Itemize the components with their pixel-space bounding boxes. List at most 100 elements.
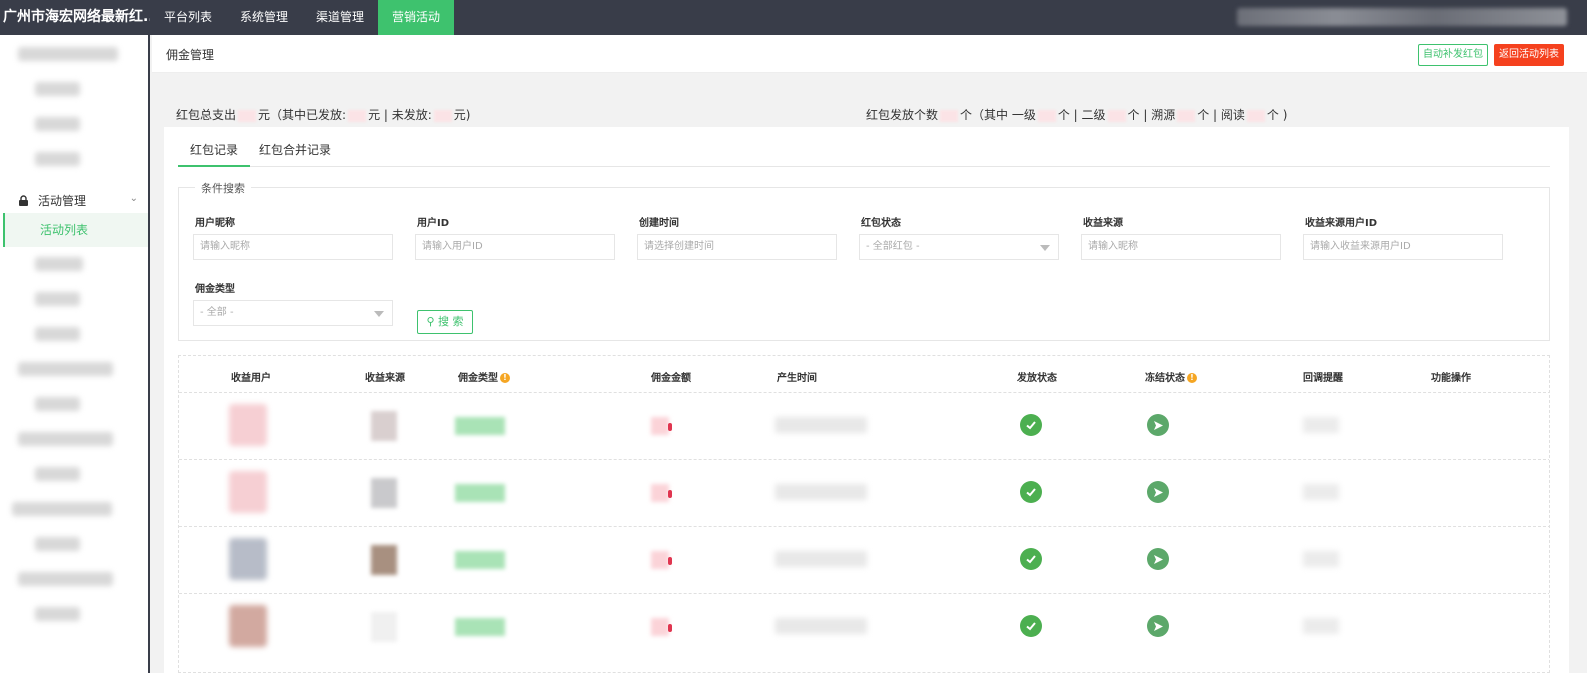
chevron-down-icon: ⌄: [129, 193, 138, 204]
topnav-marketing[interactable]: 营销活动: [378, 0, 455, 35]
column-header: 产生时间: [777, 373, 817, 384]
commission-type-select[interactable]: - 全部 -: [193, 300, 393, 326]
tab-redpacket-records[interactable]: 红包记录: [178, 141, 250, 167]
commission-type-badge: [455, 551, 505, 569]
created-time-redacted: [775, 618, 867, 634]
commission-type-badge: [455, 484, 505, 502]
callback-reminder-redacted: [1303, 417, 1339, 433]
topnav-platform-list[interactable]: 平台列表: [150, 0, 226, 35]
sidebar-item-redacted[interactable]: [35, 397, 80, 411]
commission-type-label: 佣金类型: [195, 284, 235, 295]
redacted-value: [348, 109, 367, 122]
lock-icon: [18, 194, 29, 206]
check-icon: [1020, 548, 1042, 570]
amount-value-redacted: [651, 551, 669, 569]
column-header: 佣金金额: [651, 373, 691, 384]
nickname-label: 用户昵称: [195, 218, 235, 229]
topnav-system-settings[interactable]: 系统管理: [226, 0, 302, 35]
records-table: 收益用户 收益来源 佣金类型! 佣金金额 产生时间 发放状态 冻结状态! 回调提…: [178, 355, 1550, 673]
sidebar-item-redacted[interactable]: [18, 362, 113, 376]
table-row: [179, 392, 1549, 459]
sidebar-item-redacted[interactable]: [35, 467, 80, 481]
sidebar-item-redacted[interactable]: [35, 607, 80, 621]
commission-type-value: - 全部 -: [200, 307, 234, 318]
amount-marker: [668, 490, 672, 498]
packet-status-select[interactable]: - 全部红包 -: [859, 234, 1059, 260]
table-row: [179, 459, 1549, 526]
redacted-value: [433, 109, 452, 122]
sidebar-item-redacted[interactable]: [35, 152, 80, 166]
sidebar-item-redacted[interactable]: [12, 502, 112, 516]
main-content: 佣金管理 自动补发红包 返回活动列表 红包总支出 元（其中已发放: 元 | 未发放:…: [152, 35, 1587, 673]
back-to-list-button[interactable]: 返回活动列表: [1494, 44, 1564, 66]
create-time-label: 创建时间: [639, 218, 679, 229]
auto-reissue-button[interactable]: 自动补发红包: [1418, 44, 1488, 66]
search-icon: ⚲: [426, 315, 435, 328]
sidebar-item-redacted[interactable]: [18, 432, 113, 446]
sidebar-item-redacted[interactable]: [35, 327, 80, 341]
sidebar-item-activity-list[interactable]: 活动列表: [3, 213, 148, 247]
avatar: [229, 404, 267, 446]
table-row: [179, 593, 1549, 660]
income-source-label: 收益来源: [1083, 218, 1123, 229]
sidebar-item-redacted[interactable]: [35, 82, 80, 96]
created-time-redacted: [775, 551, 867, 567]
sidebar-item-redacted[interactable]: [18, 572, 113, 586]
sidebar-item-redacted[interactable]: [35, 257, 83, 271]
column-header: 回调提醒: [1303, 373, 1343, 384]
search-filter-panel: 条件搜索 用户昵称 请输入昵称 用户ID 请输入用户ID 创建时间 请选择创建时…: [178, 180, 1550, 341]
source-user-id-input[interactable]: 请输入收益来源用户ID: [1303, 234, 1503, 260]
count-summary: 红包发放个数 个（其中 一级个 | 二级个 | 溯源个 | 阅读个 ): [866, 108, 1288, 122]
sidebar-item-redacted[interactable]: [35, 117, 80, 131]
callback-reminder-redacted: [1303, 484, 1339, 500]
sidebar-item-redacted[interactable]: [18, 47, 118, 61]
avatar: [229, 538, 267, 580]
send-icon[interactable]: [1147, 615, 1169, 637]
redacted-value: [1107, 109, 1126, 122]
chevron-down-icon: [1040, 245, 1050, 251]
nickname-input[interactable]: 请输入昵称: [193, 234, 393, 260]
created-time-redacted: [775, 484, 867, 500]
records-card: 红包记录 红包合并记录 条件搜索 用户昵称 请输入昵称 用户ID 请输入用户ID…: [164, 127, 1569, 673]
source-avatar: [371, 478, 397, 508]
filter-legend: 条件搜索: [195, 180, 251, 196]
send-icon[interactable]: [1147, 414, 1169, 436]
app-brand: 广州市海宏网络最新红...: [3, 9, 150, 25]
amount-value-redacted: [651, 484, 669, 502]
column-header: 佣金类型!: [458, 369, 510, 384]
table-row: [179, 526, 1549, 593]
callback-reminder-redacted: [1303, 618, 1339, 634]
column-header: 功能操作: [1431, 373, 1471, 384]
user-id-input[interactable]: 请输入用户ID: [415, 234, 615, 260]
check-icon: [1020, 414, 1042, 436]
created-time-redacted: [775, 417, 867, 433]
summary-bar: 红包总支出 元（其中已发放: 元 | 未发放: 元) 红包发放个数 个（其中 一级个 |…: [166, 101, 1562, 125]
search-button[interactable]: ⚲ 搜 索: [417, 310, 473, 334]
send-icon[interactable]: [1147, 481, 1169, 503]
amount-marker: [668, 423, 672, 431]
income-source-input[interactable]: 请输入昵称: [1081, 234, 1281, 260]
source-avatar: [371, 545, 397, 575]
info-icon[interactable]: !: [1187, 373, 1197, 383]
redacted-value: [1177, 109, 1196, 122]
top-nav: 平台列表 系统管理 渠道管理 营销活动: [150, 0, 455, 35]
user-id-label: 用户ID: [417, 218, 450, 229]
column-header: 收益来源: [365, 373, 405, 384]
chevron-down-icon: [374, 311, 384, 317]
create-time-picker[interactable]: 请选择创建时间: [637, 234, 837, 260]
sidebar-group-activity[interactable]: 活动管理 ⌄: [0, 187, 148, 213]
tab-merged-records[interactable]: 红包合并记录: [259, 141, 331, 167]
redacted-value: [1246, 109, 1265, 122]
top-bar: 广州市海宏网络最新红... 平台列表 系统管理 渠道管理 营销活动: [0, 0, 1587, 35]
source-avatar: [371, 612, 397, 642]
sidebar-item-redacted[interactable]: [35, 537, 80, 551]
info-icon[interactable]: !: [500, 373, 510, 383]
user-info-redacted[interactable]: [1237, 8, 1567, 26]
send-icon[interactable]: [1147, 548, 1169, 570]
redacted-value: [1037, 109, 1056, 122]
avatar: [229, 471, 267, 513]
sidebar-item-redacted[interactable]: [35, 292, 80, 306]
column-header: 收益用户: [231, 373, 271, 384]
topnav-channel-management[interactable]: 渠道管理: [302, 0, 378, 35]
record-tabs: 红包记录 红包合并记录: [178, 141, 1550, 167]
